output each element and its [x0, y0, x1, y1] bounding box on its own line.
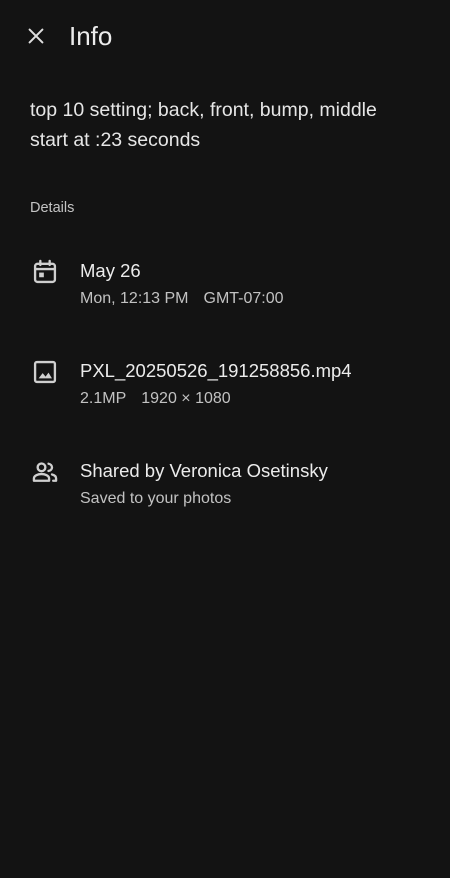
share-detail-row[interactable]: Shared by Veronica Osetinsky Saved to yo…	[0, 458, 450, 528]
calendar-icon	[33, 259, 57, 284]
details-section-label: Details	[30, 200, 75, 216]
image-icon	[33, 360, 57, 384]
file-megapixels-text: 2.1MP	[80, 390, 127, 407]
date-timezone-text: GMT-07:00	[203, 290, 284, 307]
photo-description[interactable]: top 10 setting; back, front, bump, middl…	[30, 95, 430, 155]
close-button[interactable]	[20, 20, 52, 52]
date-primary: May 26	[80, 260, 141, 281]
shared-by-text: Shared by Veronica Osetinsky	[80, 460, 328, 481]
file-detail-row[interactable]: PXL_20250526_191258856.mp4 2.1MP 1920 × 1…	[0, 358, 450, 428]
date-time-text: Mon, 12:13 PM	[80, 290, 189, 307]
date-detail-row[interactable]: May 26 Mon, 12:13 PM GMT-07:00	[0, 258, 450, 328]
page-title: Info	[69, 21, 113, 51]
close-icon	[28, 28, 44, 44]
people-icon	[32, 462, 58, 482]
date-secondary: Mon, 12:13 PM GMT-07:00	[80, 288, 284, 310]
saved-status-text: Saved to your photos	[80, 490, 232, 507]
info-header: Info	[0, 0, 450, 72]
file-name: PXL_20250526_191258856.mp4	[80, 360, 352, 381]
file-secondary: 2.1MP 1920 × 1080	[80, 388, 231, 410]
file-resolution-text: 1920 × 1080	[141, 390, 231, 407]
